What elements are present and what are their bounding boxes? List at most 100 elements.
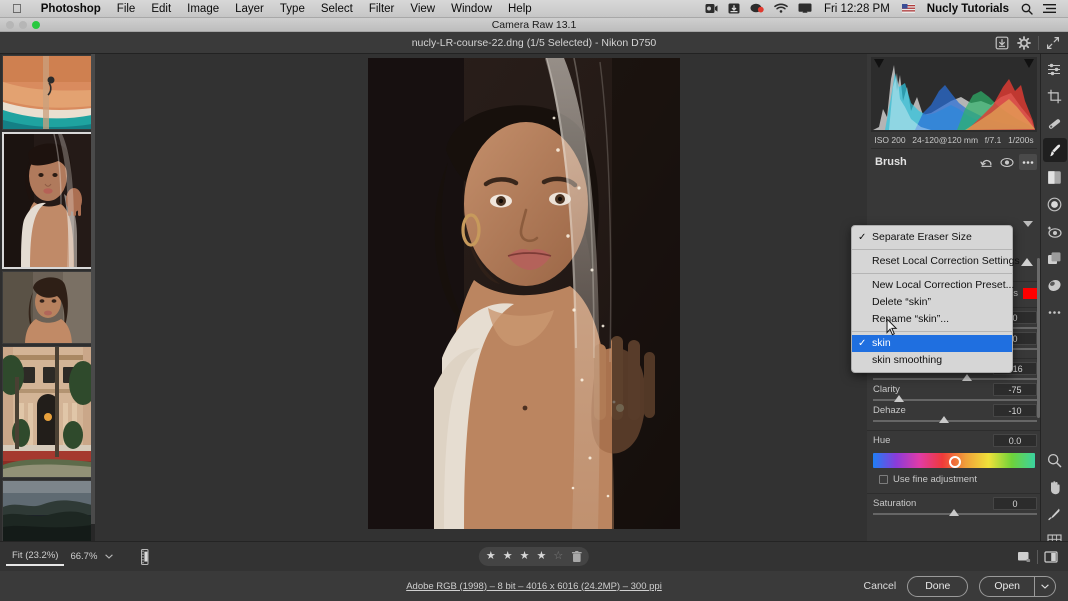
menu-bar-clock[interactable]: Fri 12:28 PM: [817, 3, 897, 15]
open-button[interactable]: Open: [980, 577, 1034, 596]
chevron-down-icon[interactable]: [103, 554, 119, 559]
tool-healing[interactable]: [1043, 111, 1067, 135]
thumbnail-aerial-beach[interactable]: [2, 55, 93, 130]
slider-value[interactable]: 0.0: [993, 434, 1037, 447]
menu-item-view[interactable]: View: [402, 0, 443, 18]
fine-adjustment-row[interactable]: Use fine adjustment: [879, 471, 1037, 487]
menu-item-type[interactable]: Type: [272, 0, 313, 18]
slider-knob[interactable]: [939, 416, 950, 423]
tool-brush[interactable]: [1042, 138, 1067, 162]
tool-red-eye[interactable]: [1043, 219, 1067, 243]
tool-eyedropper[interactable]: [1043, 502, 1067, 526]
slider-track[interactable]: [873, 378, 1037, 380]
thumbnail-portrait-outdoor[interactable]: [2, 271, 93, 344]
filmstrip-toggle-icon[interactable]: [137, 547, 159, 567]
menu-item-select[interactable]: Select: [313, 0, 361, 18]
trash-icon[interactable]: [572, 550, 583, 563]
slider-knob[interactable]: [894, 395, 905, 402]
menu-item-help[interactable]: Help: [500, 0, 540, 18]
star-3[interactable]: ★: [520, 551, 530, 562]
tool-more[interactable]: [1043, 300, 1067, 324]
menu-item-file[interactable]: File: [109, 0, 144, 18]
menu-item-layer[interactable]: Layer: [227, 0, 272, 18]
screenshot-icon[interactable]: [723, 3, 745, 14]
expand-arrows-icon[interactable]: [1042, 32, 1064, 54]
hue-selector-knob[interactable]: [949, 456, 962, 468]
star-5[interactable]: ☆: [553, 551, 563, 562]
menu-item-edit[interactable]: Edit: [143, 0, 179, 18]
image-canvas[interactable]: [95, 54, 952, 557]
close-button[interactable]: [6, 21, 14, 29]
cancel-button[interactable]: Cancel: [864, 580, 897, 592]
zoom-fit-button[interactable]: Fit (23.2%): [6, 547, 65, 566]
menu-item-rename-skin[interactable]: Rename “skin”...: [852, 311, 1012, 328]
eye-icon[interactable]: [998, 154, 1016, 170]
menu-bar-user[interactable]: Nucly Tutorials: [920, 3, 1016, 15]
histogram[interactable]: [871, 57, 1037, 132]
control-center-icon[interactable]: [1038, 3, 1061, 14]
shadow-clipping-indicator[interactable]: [874, 59, 884, 68]
airplay-icon[interactable]: [793, 3, 817, 14]
tool-presets[interactable]: [1043, 273, 1067, 297]
minimize-button[interactable]: [19, 21, 27, 29]
slider-value[interactable]: -75: [993, 383, 1037, 396]
tool-snapshots[interactable]: [1043, 246, 1067, 270]
open-button-group[interactable]: Open: [979, 575, 1056, 597]
do-not-disturb-icon[interactable]: [745, 3, 769, 14]
slider-value[interactable]: 0: [993, 497, 1037, 510]
menu-item-skin[interactable]: ✓ skin: [852, 335, 1012, 352]
main-photo[interactable]: [367, 58, 680, 529]
local-correction-context-menu[interactable]: ✓ Separate Eraser Size Reset Local Corre…: [851, 225, 1020, 373]
menu-item-reset-local-correction-settings[interactable]: Reset Local Correction Settings: [852, 253, 1020, 270]
star-2[interactable]: ★: [503, 551, 513, 562]
slider-hue[interactable]: Hue 0.0: [871, 434, 1037, 451]
mask-color-swatch[interactable]: [1023, 287, 1037, 299]
us-flag-icon[interactable]: [897, 4, 920, 13]
tool-radial-gradient[interactable]: [1043, 192, 1067, 216]
hue-spectrum[interactable]: [871, 453, 1037, 468]
zoom-button[interactable]: [32, 21, 40, 29]
menu-item-photoshop[interactable]: Photoshop: [33, 0, 109, 18]
done-button[interactable]: Done: [907, 575, 969, 597]
screen-record-icon[interactable]: [700, 3, 723, 14]
tool-hand[interactable]: [1043, 475, 1067, 499]
thumbnail-landscape[interactable]: [2, 480, 93, 547]
rating-stars[interactable]: ★ ★ ★ ★ ☆: [478, 547, 590, 566]
tool-zoom[interactable]: [1043, 448, 1067, 472]
menu-item-window[interactable]: Window: [443, 0, 500, 18]
fine-adjustment-checkbox[interactable]: [879, 474, 888, 484]
wifi-icon[interactable]: [769, 3, 793, 14]
menu-item-new-local-correction-preset[interactable]: New Local Correction Preset...: [852, 277, 1014, 294]
thumbnail-architecture[interactable]: [2, 346, 93, 478]
slider-knob[interactable]: [962, 374, 973, 381]
menu-item-image[interactable]: Image: [179, 0, 227, 18]
star-1[interactable]: ★: [486, 551, 496, 562]
tool-crop[interactable]: [1043, 84, 1067, 108]
save-download-icon[interactable]: [991, 32, 1013, 54]
apple-logo-icon[interactable]: : [0, 2, 33, 15]
feather-slider-knob[interactable]: [1021, 258, 1033, 266]
workflow-options-link[interactable]: Adobe RGB (1998) – 8 bit – 4016 x 6016 (…: [406, 581, 662, 592]
menu-item-filter[interactable]: Filter: [361, 0, 403, 18]
search-icon[interactable]: [1016, 3, 1038, 15]
slider-saturation[interactable]: Saturation 0: [871, 497, 1037, 517]
gear-icon[interactable]: [1013, 32, 1035, 54]
slider-knob[interactable]: [949, 509, 959, 516]
menu-item-separate-eraser-size[interactable]: ✓ Separate Eraser Size: [852, 229, 1012, 246]
menu-item-skin-smoothing[interactable]: skin smoothing: [852, 352, 1012, 369]
slider-clarity[interactable]: Clarity -75: [871, 383, 1037, 403]
ellipsis-icon[interactable]: [1019, 154, 1037, 170]
slider-track[interactable]: [873, 420, 1037, 422]
highlight-clipping-indicator[interactable]: [1024, 59, 1034, 68]
undo-icon[interactable]: [977, 154, 995, 170]
tool-edit[interactable]: [1043, 57, 1067, 81]
menu-item-delete-skin[interactable]: Delete “skin”: [852, 294, 1012, 311]
single-view-icon[interactable]: [1017, 550, 1031, 564]
chevron-down-icon[interactable]: [1034, 576, 1055, 596]
preset-chevron-icon[interactable]: [1023, 221, 1033, 227]
zoom-level-value[interactable]: 66.7%: [64, 548, 103, 565]
star-4[interactable]: ★: [536, 551, 546, 562]
slider-value[interactable]: -10: [993, 404, 1037, 417]
filmstrip[interactable]: [0, 54, 95, 557]
tool-linear-gradient[interactable]: [1043, 165, 1067, 189]
